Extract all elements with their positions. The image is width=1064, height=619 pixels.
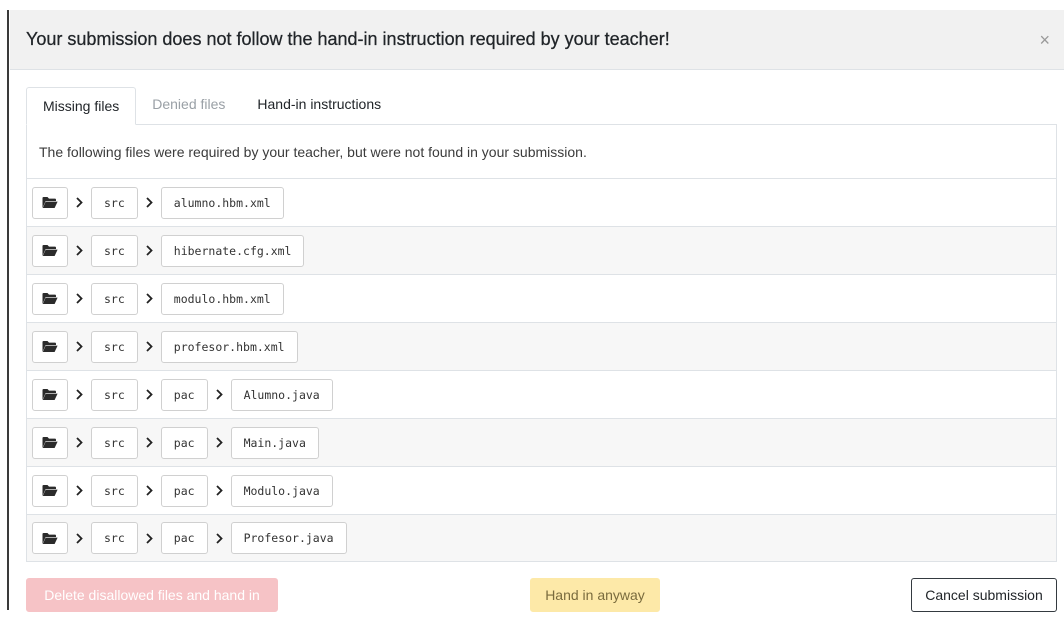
chevron-right-icon: [138, 437, 161, 448]
folder-name: src: [91, 186, 138, 219]
file-row: src hibernate.cfg.xml: [27, 227, 1056, 275]
folder-name: src: [91, 234, 138, 267]
chevron-right-icon: [138, 293, 161, 304]
file-row: src pac Main.java: [27, 419, 1056, 467]
chevron-right-icon: [68, 437, 91, 448]
chevron-right-icon: [138, 341, 161, 352]
chevron-right-icon: [68, 197, 91, 208]
chevron-right-icon: [68, 245, 91, 256]
dialog-title: Your submission does not follow the hand…: [26, 29, 670, 49]
file-name: modulo.hbm.xml: [160, 282, 284, 315]
chevron-right-icon: [208, 485, 231, 496]
window-edge: [7, 10, 9, 610]
file-name: Modulo.java: [230, 474, 333, 507]
file-name: Profesor.java: [230, 522, 347, 554]
file-row: src profesor.hbm.xml: [27, 323, 1056, 371]
file-row: src alumno.hbm.xml: [27, 179, 1056, 227]
folder-open-icon[interactable]: [32, 426, 68, 459]
folder-name: pac: [160, 522, 208, 554]
file-row: src pac Modulo.java: [27, 467, 1056, 515]
chevron-right-icon: [208, 389, 231, 400]
folder-open-icon[interactable]: [32, 522, 68, 554]
folder-open-icon[interactable]: [32, 186, 68, 219]
dialog-body: Missing files Denied files Hand-in instr…: [10, 70, 1064, 562]
missing-files-panel: The following files were required by you…: [26, 125, 1057, 562]
folder-name: pac: [160, 426, 208, 459]
chevron-right-icon: [208, 532, 231, 544]
chevron-right-icon: [138, 389, 161, 400]
file-name: Main.java: [230, 426, 319, 459]
hand-in-anyway-button[interactable]: Hand in anyway: [530, 578, 660, 612]
tab-hand-in-instructions[interactable]: Hand-in instructions: [241, 86, 397, 124]
folder-name: src: [91, 282, 138, 315]
folder-name: src: [91, 426, 138, 459]
folder-open-icon[interactable]: [32, 234, 68, 267]
file-row: src pac Profesor.java: [27, 515, 1056, 561]
folder-open-icon[interactable]: [32, 378, 68, 411]
chevron-right-icon: [68, 293, 91, 304]
page: Your submission does not follow the hand…: [0, 0, 1064, 619]
folder-open-icon[interactable]: [32, 330, 68, 363]
missing-files-description: The following files were required by you…: [27, 125, 1056, 179]
folder-name: src: [91, 330, 138, 363]
tab-denied-files[interactable]: Denied files: [136, 86, 241, 124]
file-name: Alumno.java: [230, 378, 333, 411]
missing-files-list: src alumno.hbm.xml src hibernate.cfg.xml src…: [27, 179, 1056, 561]
file-row: src pac Alumno.java: [27, 371, 1056, 419]
file-name: alumno.hbm.xml: [160, 186, 284, 219]
tab-bar: Missing files Denied files Hand-in instr…: [26, 87, 1057, 125]
dialog-header: Your submission does not follow the hand…: [10, 10, 1064, 70]
folder-open-icon[interactable]: [32, 474, 68, 507]
chevron-right-icon: [138, 532, 161, 544]
close-icon[interactable]: ×: [1039, 31, 1050, 49]
chevron-right-icon: [208, 437, 231, 448]
folder-name: pac: [160, 378, 208, 411]
submission-warning-dialog: Your submission does not follow the hand…: [10, 10, 1064, 619]
chevron-right-icon: [68, 532, 91, 544]
folder-name: src: [91, 378, 138, 411]
delete-disallowed-and-hand-in-button[interactable]: Delete disallowed files and hand in: [26, 578, 278, 612]
file-name: hibernate.cfg.xml: [160, 234, 305, 267]
tab-missing-files[interactable]: Missing files: [26, 87, 137, 125]
chevron-right-icon: [138, 245, 161, 256]
chevron-right-icon: [68, 389, 91, 400]
cancel-submission-button[interactable]: Cancel submission: [911, 578, 1057, 612]
chevron-right-icon: [68, 485, 91, 496]
chevron-right-icon: [138, 485, 161, 496]
file-name: profesor.hbm.xml: [160, 330, 298, 363]
chevron-right-icon: [138, 197, 161, 208]
folder-name: pac: [160, 474, 208, 507]
folder-name: src: [91, 474, 138, 507]
folder-open-icon[interactable]: [32, 282, 68, 315]
chevron-right-icon: [68, 341, 91, 352]
folder-name: src: [91, 522, 138, 554]
file-row: src modulo.hbm.xml: [27, 275, 1056, 323]
